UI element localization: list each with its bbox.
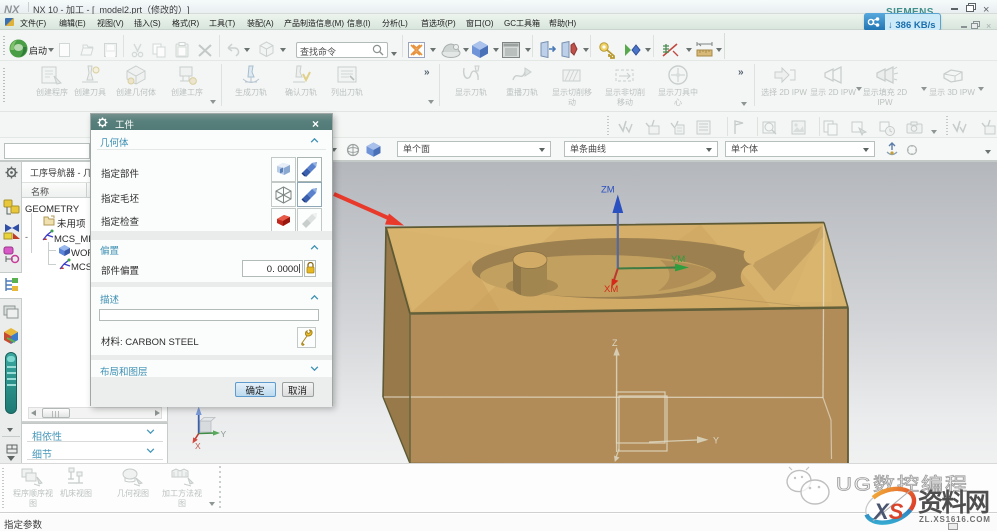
svg-text:YM: YM (671, 251, 685, 265)
svg-text:Y: Y (713, 434, 719, 447)
svg-text:X: X (195, 440, 201, 452)
svg-text:Y: Y (221, 428, 227, 440)
svg-text:XM: XM (604, 281, 618, 295)
svg-text:Z: Z (612, 336, 618, 349)
svg-text:ZM: ZM (601, 182, 615, 196)
